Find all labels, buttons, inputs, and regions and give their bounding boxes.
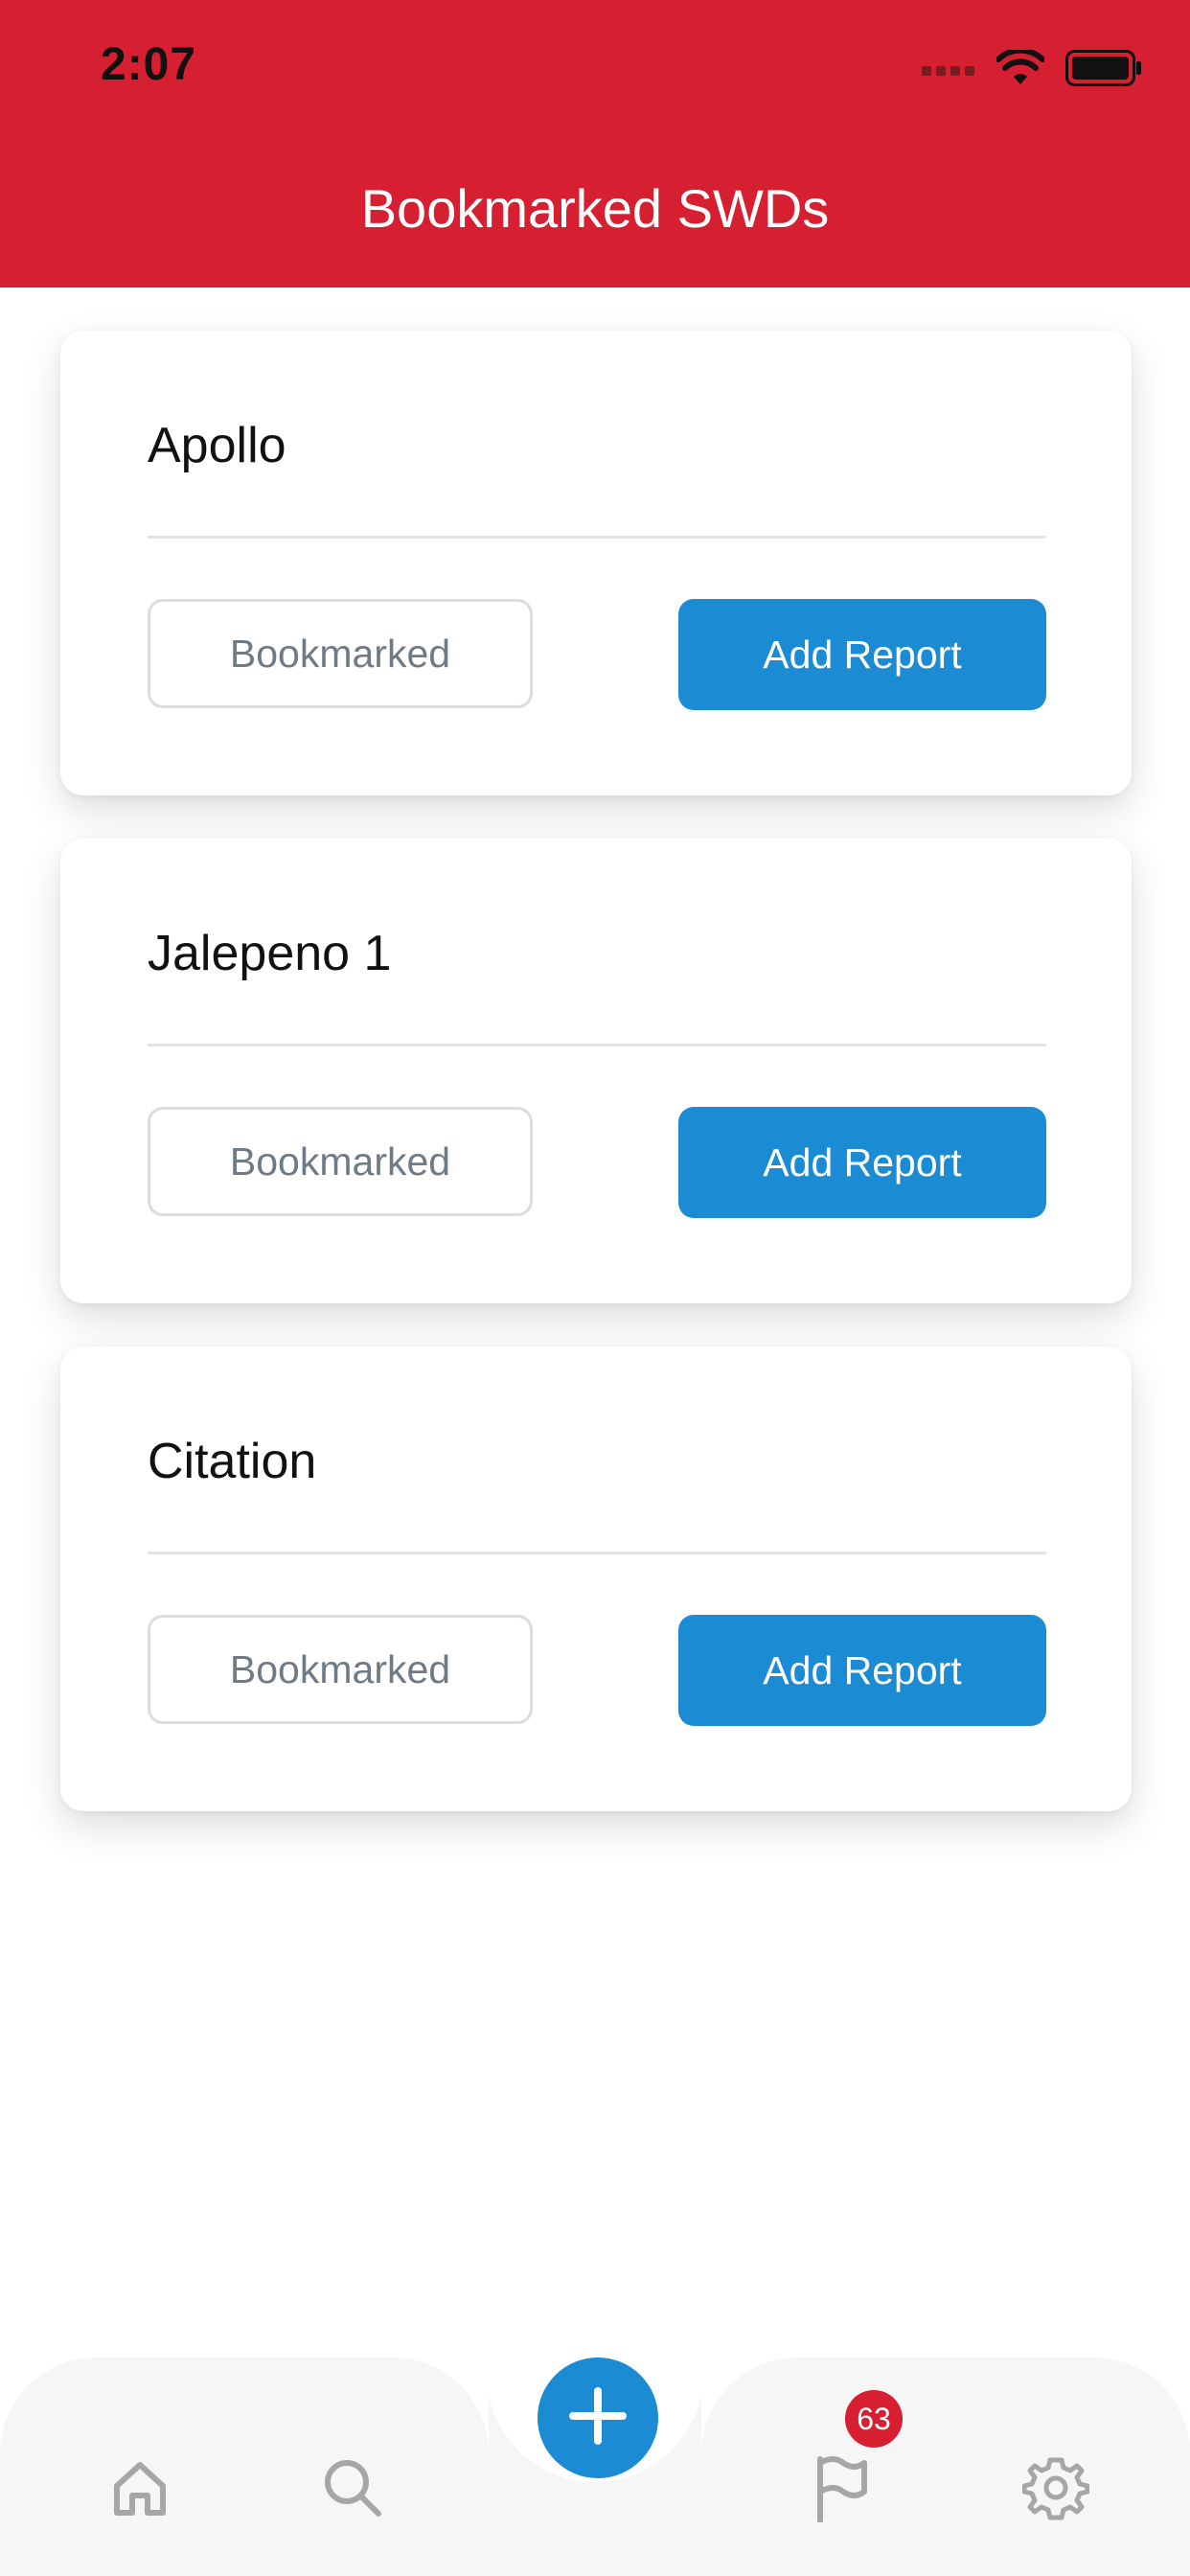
page-title: Bookmarked SWDs	[360, 178, 830, 239]
status-icons	[922, 47, 1142, 91]
tab-flags[interactable]	[803, 2451, 880, 2528]
swd-card: Apollo Bookmarked Add Report	[60, 331, 1132, 795]
swd-name: Jalepeno 1	[148, 926, 392, 981]
add-button[interactable]	[538, 2358, 658, 2478]
swd-card: Jalepeno 1 Bookmarked Add Report	[60, 839, 1132, 1303]
notification-badge: 63	[845, 2390, 903, 2448]
bookmarked-button[interactable]: Bookmarked	[148, 599, 533, 708]
tab-settings[interactable]	[1018, 2451, 1094, 2528]
gear-icon	[1021, 2454, 1090, 2526]
cellular-signal-icon	[922, 58, 975, 82]
bookmarked-button[interactable]: Bookmarked	[148, 1107, 533, 1216]
tab-search[interactable]	[314, 2451, 391, 2528]
swd-name: Apollo	[148, 418, 286, 473]
add-report-button[interactable]: Add Report	[678, 1615, 1046, 1726]
wifi-icon	[995, 47, 1045, 91]
tab-bar: 63	[0, 2319, 1190, 2576]
bookmarked-button[interactable]: Bookmarked	[148, 1615, 533, 1724]
add-report-button[interactable]: Add Report	[678, 1107, 1046, 1218]
swd-name: Citation	[148, 1434, 317, 1489]
flag-icon	[811, 2453, 872, 2527]
status-time: 2:07	[101, 39, 197, 90]
battery-icon	[1065, 50, 1142, 91]
swd-card: Citation Bookmarked Add Report	[60, 1346, 1132, 1811]
home-icon	[109, 2457, 171, 2523]
tab-bar-right-panel	[701, 2358, 1190, 2576]
add-icon	[567, 2385, 629, 2451]
divider	[148, 536, 1046, 539]
header-bar: 2:07 Bookmarked SWDs	[0, 0, 1190, 288]
search-icon	[321, 2456, 384, 2524]
tab-home[interactable]	[102, 2451, 178, 2528]
divider	[148, 1044, 1046, 1046]
tab-bar-left-panel	[0, 2358, 489, 2576]
divider	[148, 1552, 1046, 1554]
add-report-button[interactable]: Add Report	[678, 599, 1046, 710]
